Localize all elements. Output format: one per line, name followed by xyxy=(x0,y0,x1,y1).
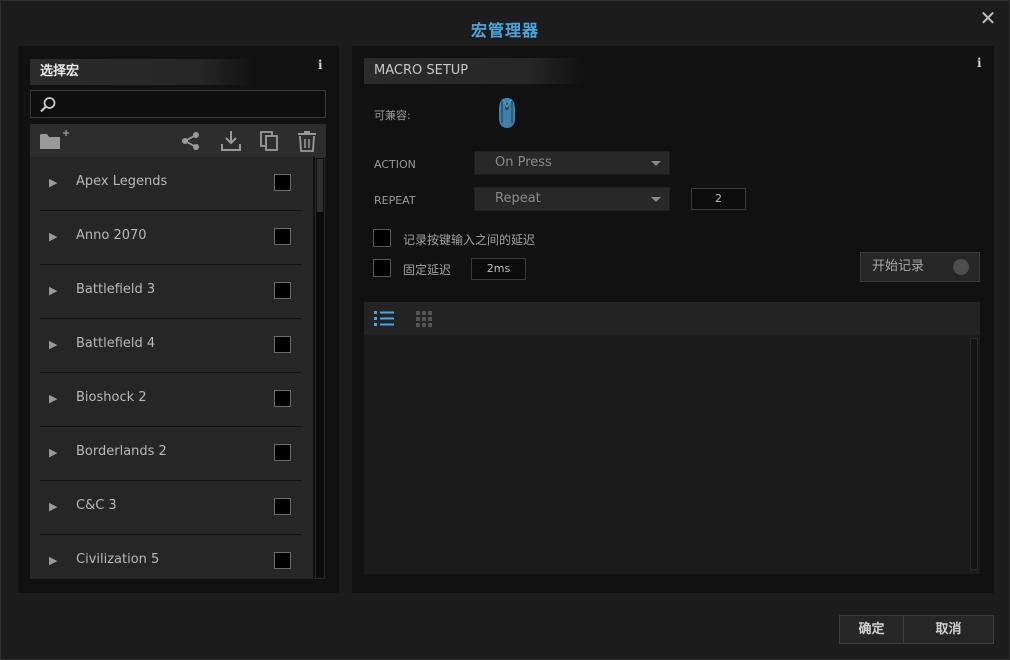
chevron-right-icon[interactable]: ▶ xyxy=(49,554,57,567)
list-item-checkbox[interactable] xyxy=(274,498,291,515)
list-item-label: Borderlands 2 xyxy=(76,444,167,459)
mouse-icon xyxy=(499,98,515,128)
macro-toolbar xyxy=(30,124,326,157)
chevron-right-icon[interactable]: ▶ xyxy=(49,176,57,189)
list-item-label: Anno 2070 xyxy=(76,228,147,243)
action-select-value: On Press xyxy=(495,155,552,170)
list-item[interactable]: ▶ Apex Legends xyxy=(40,157,301,211)
search-input[interactable] xyxy=(30,90,326,118)
macro-select-panel: 选择宏 i ▶ Apex Legends ▶ Anno 2070 ▶ Battl… xyxy=(18,46,339,593)
list-item[interactable]: ▶ Anno 2070 xyxy=(40,211,301,265)
start-record-button[interactable]: 开始记录 xyxy=(860,252,980,282)
action-label: ACTION xyxy=(374,158,416,171)
list-item-label: Civilization 5 xyxy=(76,552,160,567)
window-title: 宏管理器 xyxy=(470,21,539,40)
download-icon[interactable] xyxy=(220,130,242,152)
list-item-checkbox[interactable] xyxy=(274,282,291,299)
macro-setup-heading: MACRO SETUP xyxy=(364,58,584,84)
grid-view-icon[interactable] xyxy=(416,311,432,327)
list-item-checkbox[interactable] xyxy=(274,390,291,407)
macro-editor xyxy=(364,302,980,574)
chevron-right-icon[interactable]: ▶ xyxy=(49,392,57,405)
list-item[interactable]: ▶ Battlefield 3 xyxy=(40,265,301,319)
scrollbar-thumb[interactable] xyxy=(317,159,323,212)
list-item-label: Battlefield 3 xyxy=(76,282,156,297)
list-item[interactable]: ▶ Borderlands 2 xyxy=(40,427,301,481)
chevron-right-icon[interactable]: ▶ xyxy=(49,230,57,243)
chevron-down-icon xyxy=(651,161,661,166)
info-icon[interactable]: i xyxy=(318,58,323,72)
ok-button[interactable]: 确定 xyxy=(840,616,903,643)
repeat-select[interactable]: Repeat xyxy=(474,187,670,211)
list-item-label: C&C 3 xyxy=(76,498,117,513)
list-view-icon[interactable] xyxy=(374,310,394,326)
list-item[interactable]: ▶ Civilization 5 xyxy=(40,535,301,579)
repeat-select-value: Repeat xyxy=(495,191,541,206)
list-item[interactable]: ▶ Bioshock 2 xyxy=(40,373,301,427)
record-delay-checkbox[interactable] xyxy=(373,229,391,247)
delete-icon[interactable] xyxy=(296,130,318,152)
fixed-delay-label: 固定延迟 xyxy=(403,263,452,277)
chevron-right-icon[interactable]: ▶ xyxy=(49,338,57,351)
list-item-label: Bioshock 2 xyxy=(76,390,147,405)
macro-setup-panel: MACRO SETUP i 可兼容: ACTION On Press REPEA… xyxy=(352,46,994,593)
fixed-delay-checkbox[interactable] xyxy=(373,259,391,277)
fixed-delay-input[interactable]: 2ms xyxy=(471,258,526,280)
list-item[interactable]: ▶ Battlefield 4 xyxy=(40,319,301,373)
record-indicator-icon xyxy=(953,259,969,275)
list-item-checkbox[interactable] xyxy=(274,228,291,245)
chevron-right-icon[interactable]: ▶ xyxy=(49,446,57,459)
chevron-down-icon xyxy=(651,197,661,202)
repeat-count-input[interactable]: 2 xyxy=(691,188,746,210)
chevron-right-icon[interactable]: ▶ xyxy=(49,500,57,513)
editor-view-tabs xyxy=(364,302,980,335)
list-item-label: Battlefield 4 xyxy=(76,336,156,351)
chevron-right-icon[interactable]: ▶ xyxy=(49,284,57,297)
dialog-buttons: 确定 取消 xyxy=(839,615,994,644)
list-item-checkbox[interactable] xyxy=(274,444,291,461)
macro-list: ▶ Apex Legends ▶ Anno 2070 ▶ Battlefield… xyxy=(30,157,313,579)
list-item-checkbox[interactable] xyxy=(274,552,291,569)
cancel-button[interactable]: 取消 xyxy=(904,616,993,643)
list-item-label: Apex Legends xyxy=(76,174,168,189)
compatible-label: 可兼容: xyxy=(374,109,411,122)
macro-manager-window: 宏管理器 ✕ 选择宏 i ▶ Apex Legends ▶ Anno 2070 … xyxy=(0,0,1010,660)
list-item[interactable]: ▶ C&C 3 xyxy=(40,481,301,535)
search-icon xyxy=(40,97,56,113)
start-record-label: 开始记录 xyxy=(872,259,925,274)
copy-icon[interactable] xyxy=(258,130,280,152)
record-delay-label: 记录按键输入之间的延迟 xyxy=(403,233,536,247)
new-folder-icon[interactable] xyxy=(39,129,71,151)
info-icon[interactable]: i xyxy=(977,56,982,70)
close-icon[interactable]: ✕ xyxy=(977,7,999,29)
editor-scrollbar[interactable] xyxy=(970,338,978,570)
repeat-label: REPEAT xyxy=(374,194,416,207)
select-macro-heading: 选择宏 xyxy=(30,59,255,85)
list-item-checkbox[interactable] xyxy=(274,336,291,353)
macro-list-scrollbar[interactable] xyxy=(315,157,325,579)
list-item-checkbox[interactable] xyxy=(274,174,291,191)
action-select[interactable]: On Press xyxy=(474,151,670,175)
share-icon[interactable] xyxy=(180,130,202,152)
